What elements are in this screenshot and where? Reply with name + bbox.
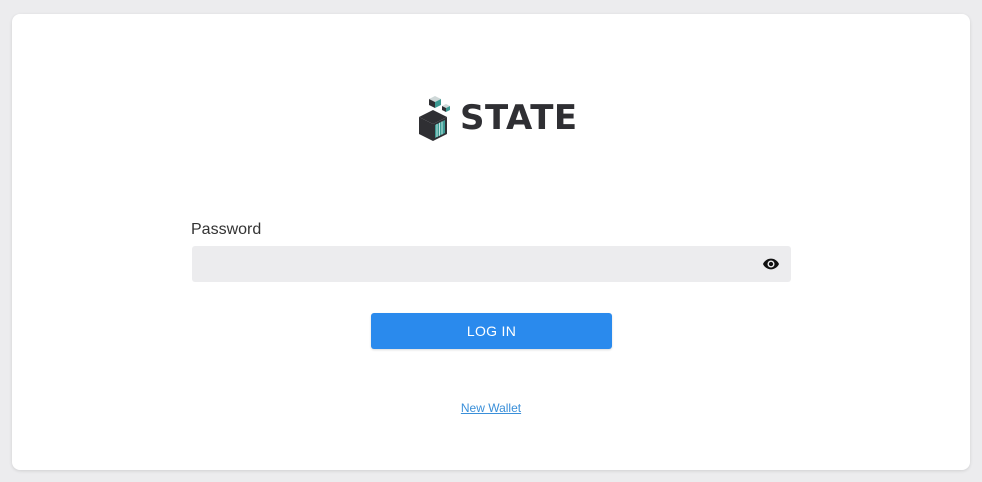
cube-logo-icon (419, 96, 450, 141)
password-label: Password (191, 221, 262, 238)
new-wallet-container: New Wallet (12, 401, 970, 415)
brand-name: STATE (460, 98, 578, 138)
new-wallet-link[interactable]: New Wallet (461, 401, 521, 415)
login-button[interactable]: LOG IN (371, 313, 612, 349)
brand-logo: STATE (416, 94, 578, 142)
login-card: STATE Password LOG IN New Wallet (12, 14, 970, 470)
eye-icon[interactable] (763, 257, 779, 271)
password-input[interactable] (192, 246, 752, 282)
password-field-container (192, 246, 791, 282)
